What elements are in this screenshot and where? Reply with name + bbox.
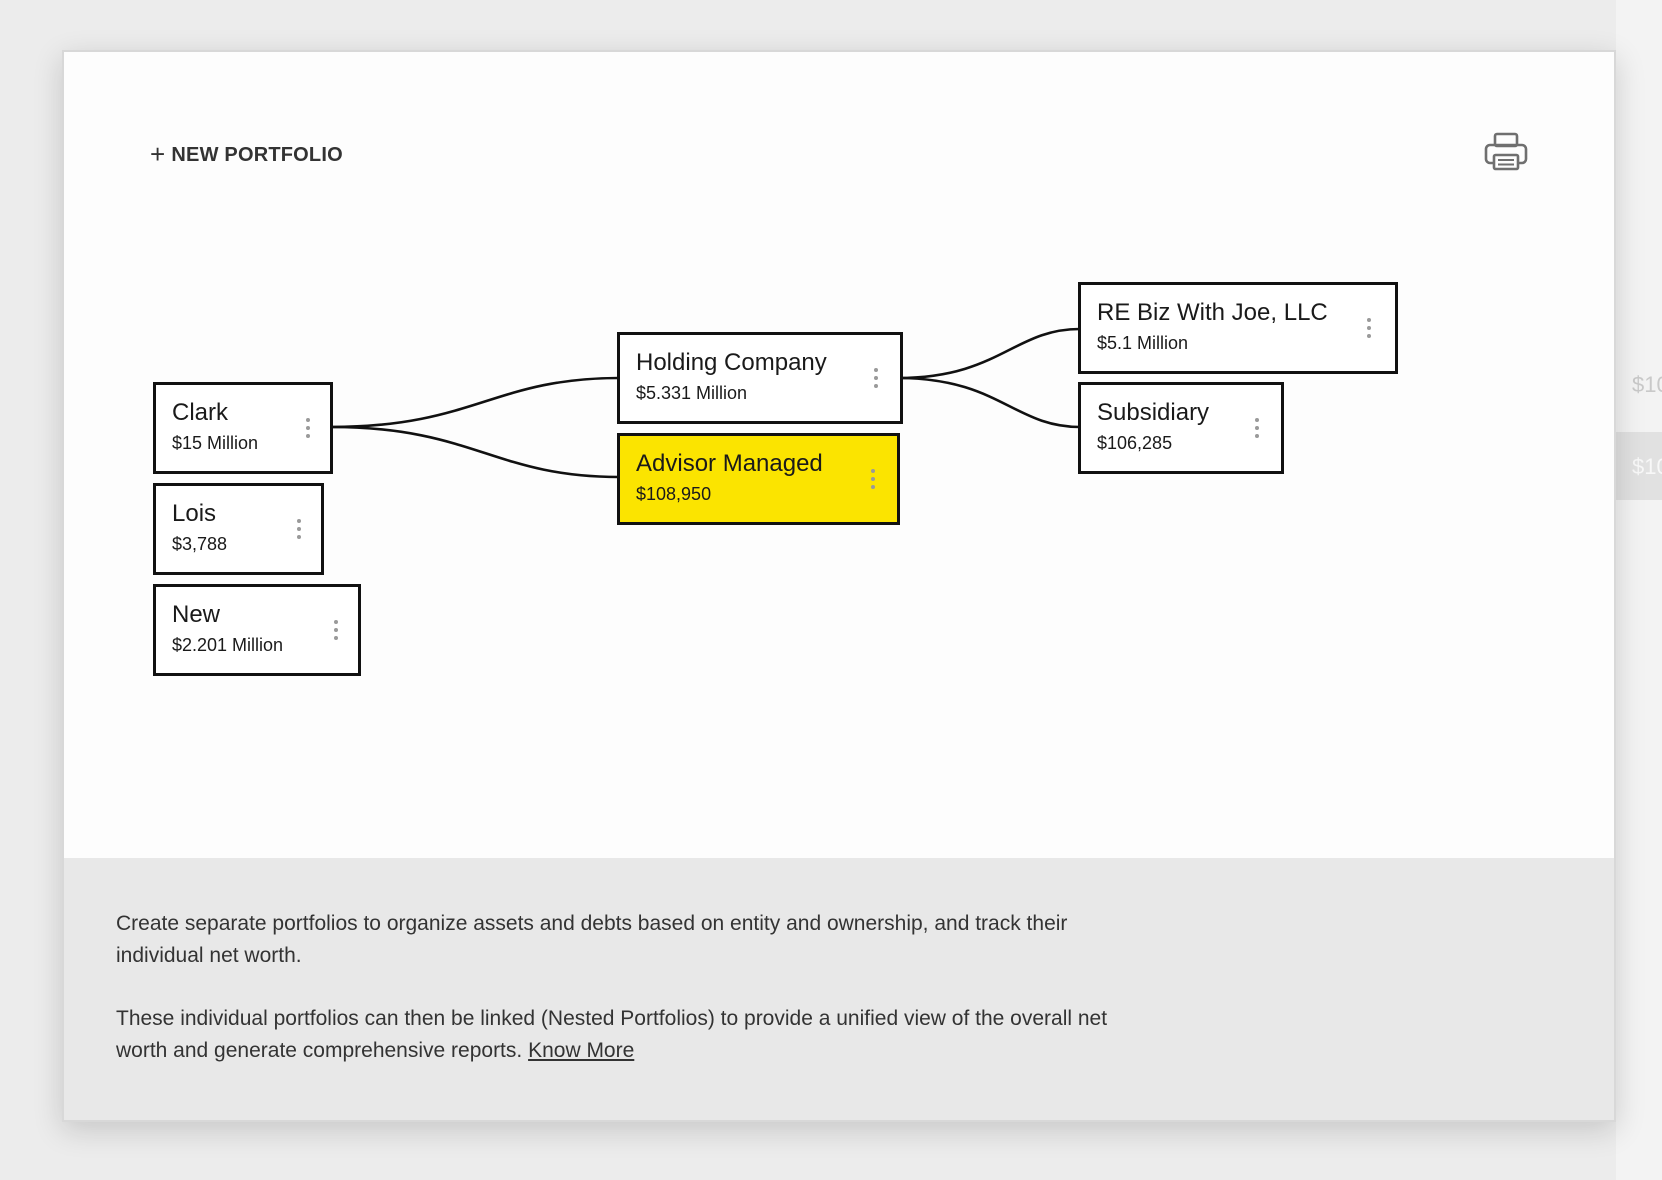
portfolio-node-clark[interactable]: Clark $15 Million [153, 382, 333, 474]
know-more-link[interactable]: Know More [528, 1039, 634, 1062]
portfolio-name: Advisor Managed [636, 450, 823, 477]
info-paragraph: Create separate portfolios to organize a… [116, 912, 1068, 967]
kebab-menu-icon[interactable] [291, 514, 307, 544]
print-button[interactable] [1482, 130, 1530, 174]
kebab-menu-icon[interactable] [328, 615, 344, 645]
portfolio-node-advisor-managed[interactable]: Advisor Managed $108,950 [617, 433, 900, 525]
portfolio-value: $3,788 [172, 534, 228, 554]
background-value-row: $10 [1616, 432, 1662, 500]
portfolio-value: $5.1 Million [1097, 333, 1189, 353]
portfolios-dialog: + NEW PORTFOLIO Clark $15 Million Lois $… [62, 50, 1616, 1122]
new-portfolio-label: NEW PORTFOLIO [171, 143, 343, 166]
portfolio-value: $106,285 [1097, 433, 1173, 453]
portfolio-node-holding-company[interactable]: Holding Company $5.331 Million [617, 332, 903, 424]
portfolio-name: Clark [172, 399, 229, 426]
portfolio-value: $5.331 Million [636, 383, 748, 403]
portfolio-value: $15 Million [172, 433, 259, 453]
portfolio-node-subsidiary[interactable]: Subsidiary $106,285 [1078, 382, 1284, 474]
portfolio-name: Lois [172, 500, 217, 527]
portfolio-name: Subsidiary [1097, 399, 1210, 426]
portfolio-node-new[interactable]: New $2.201 Million [153, 584, 361, 676]
plus-icon: + [150, 138, 166, 169]
kebab-menu-icon[interactable] [1361, 313, 1377, 343]
portfolio-node-re-biz-with-joe[interactable]: RE Biz With Joe, LLC $5.1 Million [1078, 282, 1398, 374]
background-value-text: $10 [1632, 372, 1662, 397]
portfolio-node-lois[interactable]: Lois $3,788 [153, 483, 324, 575]
info-paragraph: These individual portfolios can then be … [116, 1003, 1156, 1067]
kebab-menu-icon[interactable] [868, 363, 884, 393]
kebab-menu-icon[interactable] [300, 413, 316, 443]
portfolio-name: New [172, 601, 221, 628]
kebab-menu-icon[interactable] [1249, 413, 1265, 443]
portfolio-name: Holding Company [636, 349, 827, 376]
portfolio-value: $2.201 Million [172, 635, 284, 655]
new-portfolio-button[interactable]: + NEW PORTFOLIO [150, 140, 343, 170]
portfolio-name: RE Biz With Joe, LLC [1097, 299, 1328, 326]
portfolio-value: $108,950 [636, 484, 712, 504]
connector-clark-advisor [330, 425, 620, 479]
connector-holding-subsidiary [897, 376, 1081, 429]
printer-icon [1484, 132, 1528, 171]
connector-holding-rebiz [897, 327, 1081, 380]
info-footer: Create separate portfolios to organize a… [64, 858, 1614, 1120]
background-page-peek: $10 $10 [1616, 0, 1662, 1180]
connector-clark-holding [330, 376, 620, 429]
kebab-menu-icon[interactable] [865, 464, 881, 494]
background-value-text: $10 [1632, 454, 1662, 479]
